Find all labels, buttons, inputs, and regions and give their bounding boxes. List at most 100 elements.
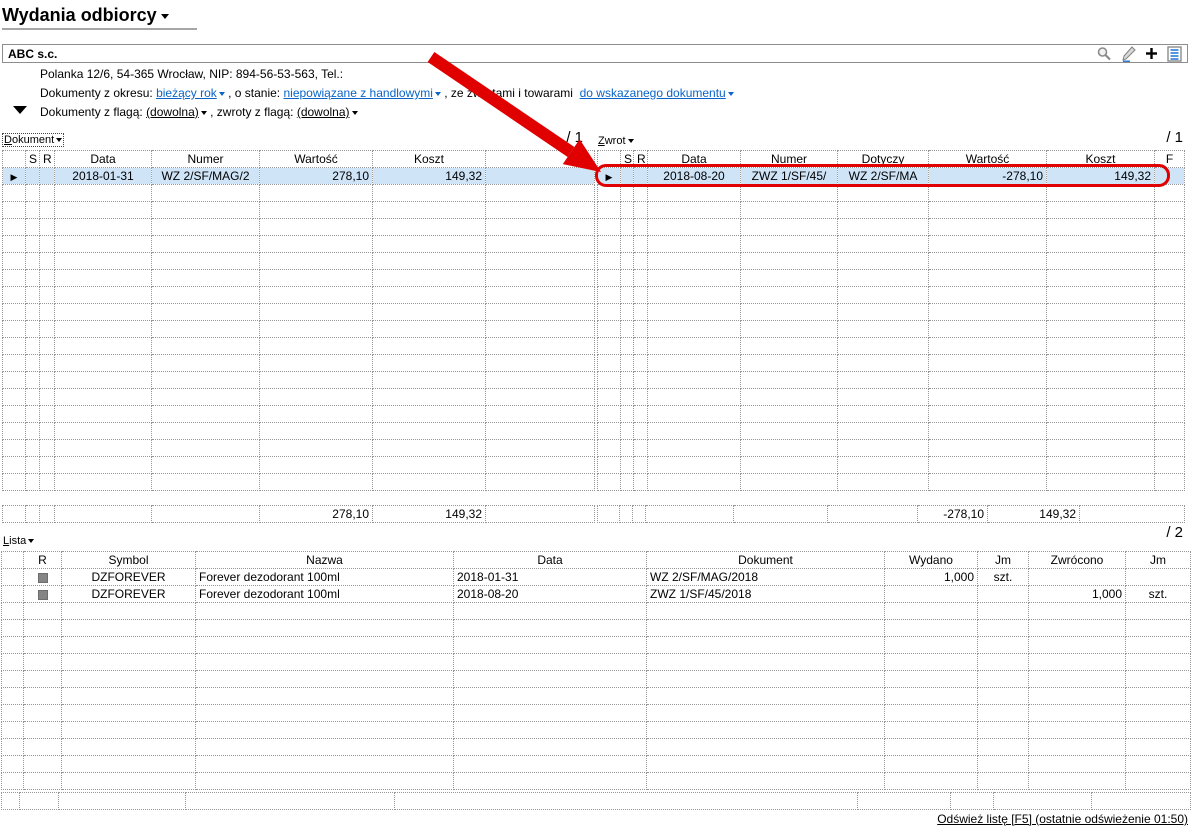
column-header[interactable]: Numer [740,150,838,168]
table-row[interactable] [597,456,1185,474]
column-header[interactable]: Wartość [259,150,373,168]
column-header[interactable]: Data [453,551,647,569]
table-row[interactable] [1,653,1191,671]
column-header[interactable]: Wydano [884,551,978,569]
table-row[interactable] [2,422,595,440]
return-flag-dropdown[interactable]: (dowolna) [297,105,350,119]
table-row[interactable] [597,252,1185,270]
table-row[interactable] [1,602,1191,620]
table-row[interactable] [597,337,1185,355]
table-row[interactable] [1,704,1191,722]
returns-menu[interactable]: Zwrot [598,135,634,147]
table-row[interactable] [597,405,1185,423]
target-document-dropdown[interactable]: do wskazanego dokumentu [580,86,726,100]
table-row[interactable] [1,772,1191,790]
table-row[interactable] [1,755,1191,773]
flag-caret-icon[interactable] [200,110,207,115]
column-header[interactable]: Dokument [646,551,885,569]
period-caret-icon[interactable] [218,91,225,96]
table-row[interactable] [2,473,595,491]
table-row[interactable] [2,286,595,304]
table-row[interactable] [2,456,595,474]
table-row[interactable] [597,371,1185,389]
table-row[interactable] [597,303,1185,321]
table-row[interactable] [2,337,595,355]
column-header[interactable]: Numer [151,150,260,168]
table-row[interactable]: ▶ 2018-08-20 ZWZ 1/SF/45/WZ 2/SF/MA -278,10… [597,167,1185,185]
table-row[interactable] [597,473,1185,491]
column-header[interactable]: F [1154,150,1185,168]
refresh-list-link[interactable]: Odśwież listę [F5] (ostatnie odświeżenie… [937,812,1188,826]
table-row[interactable] [597,218,1185,236]
column-header[interactable] [2,150,26,168]
table-row[interactable] [2,405,595,423]
table-row[interactable] [2,388,595,406]
table-row[interactable] [2,320,595,338]
column-header[interactable]: Wartość [928,150,1047,168]
table-row[interactable]: ▶ 2018-01-31 WZ 2/SF/MAG/2 278,10 149,32 [2,167,595,185]
table-row[interactable] [2,269,595,287]
target-caret-icon[interactable] [727,91,734,96]
table-row[interactable] [2,354,595,372]
returns-table[interactable]: S R Data Numer Dotyczy Wartość Koszt F ▶ 2018-08… [597,150,1185,491]
period-dropdown[interactable]: bieżący rok [156,86,217,100]
column-header[interactable]: S [25,150,40,168]
table-row[interactable] [597,439,1185,457]
column-header[interactable] [597,150,621,168]
table-row[interactable] [2,303,595,321]
column-header[interactable]: Koszt [372,150,486,168]
contractor-bar[interactable]: ABC s.c. [2,44,1188,63]
table-row[interactable] [597,235,1185,253]
search-icon[interactable] [1096,46,1112,62]
state-dropdown[interactable]: niepowiązane z handlowymi [283,86,432,100]
table-row[interactable] [597,388,1185,406]
table-row[interactable] [1,619,1191,637]
table-row[interactable] [2,184,595,202]
table-row[interactable] [1,721,1191,739]
table-row[interactable]: DZFOREVER Forever dezodorant 100ml 2018-01… [1,568,1191,586]
column-header[interactable]: Data [647,150,741,168]
table-row[interactable] [1,738,1191,756]
column-header[interactable]: Dotyczy [837,150,929,168]
table-row[interactable] [2,235,595,253]
table-row[interactable] [597,286,1185,304]
column-header[interactable]: Koszt [1046,150,1155,168]
column-header[interactable]: Symbol [61,551,196,569]
column-header[interactable]: Data [54,150,152,168]
documents-menu[interactable]: Dokument [1,133,65,147]
column-header[interactable]: R [23,551,62,569]
column-header[interactable]: R [633,150,648,168]
state-caret-icon[interactable] [434,91,441,96]
return-flag-caret-icon[interactable] [351,110,358,115]
table-row[interactable] [1,636,1191,654]
column-header[interactable]: Zwrócono [1028,551,1126,569]
documents-table[interactable]: S R Data Numer Wartość Koszt ▶ 2018-01-31 WZ 2/… [2,150,595,491]
column-header[interactable]: Jm [977,551,1029,569]
column-header[interactable] [485,150,595,168]
table-row[interactable] [597,184,1185,202]
table-row[interactable] [597,354,1185,372]
edit-pencil-icon[interactable] [1121,45,1136,62]
table-row[interactable] [2,439,595,457]
column-header[interactable] [1,551,24,569]
flag-dropdown[interactable]: (dowolna) [146,105,199,119]
table-row[interactable] [1,670,1191,688]
column-header[interactable]: S [620,150,634,168]
table-row[interactable] [2,371,595,389]
add-icon[interactable] [1145,47,1158,60]
table-row[interactable] [2,218,595,236]
column-header[interactable]: Jm [1125,551,1191,569]
column-header[interactable]: R [39,150,55,168]
table-row[interactable] [597,320,1185,338]
collapse-filters-icon[interactable] [13,106,27,114]
page-title[interactable]: Wydania odbiorcy [2,5,157,25]
table-row[interactable] [2,201,595,219]
table-row[interactable] [597,422,1185,440]
table-row[interactable] [1,687,1191,705]
items-table[interactable]: R Symbol Nazwa Data Dokument Wydano Jm Zwrócono… [1,551,1191,790]
table-row[interactable] [597,269,1185,287]
notes-list-icon[interactable] [1167,45,1182,62]
items-menu[interactable]: Lista [3,535,35,547]
table-row[interactable]: DZFOREVER Forever dezodorant 100ml 2018-08… [1,585,1191,603]
column-header[interactable]: Nazwa [195,551,454,569]
